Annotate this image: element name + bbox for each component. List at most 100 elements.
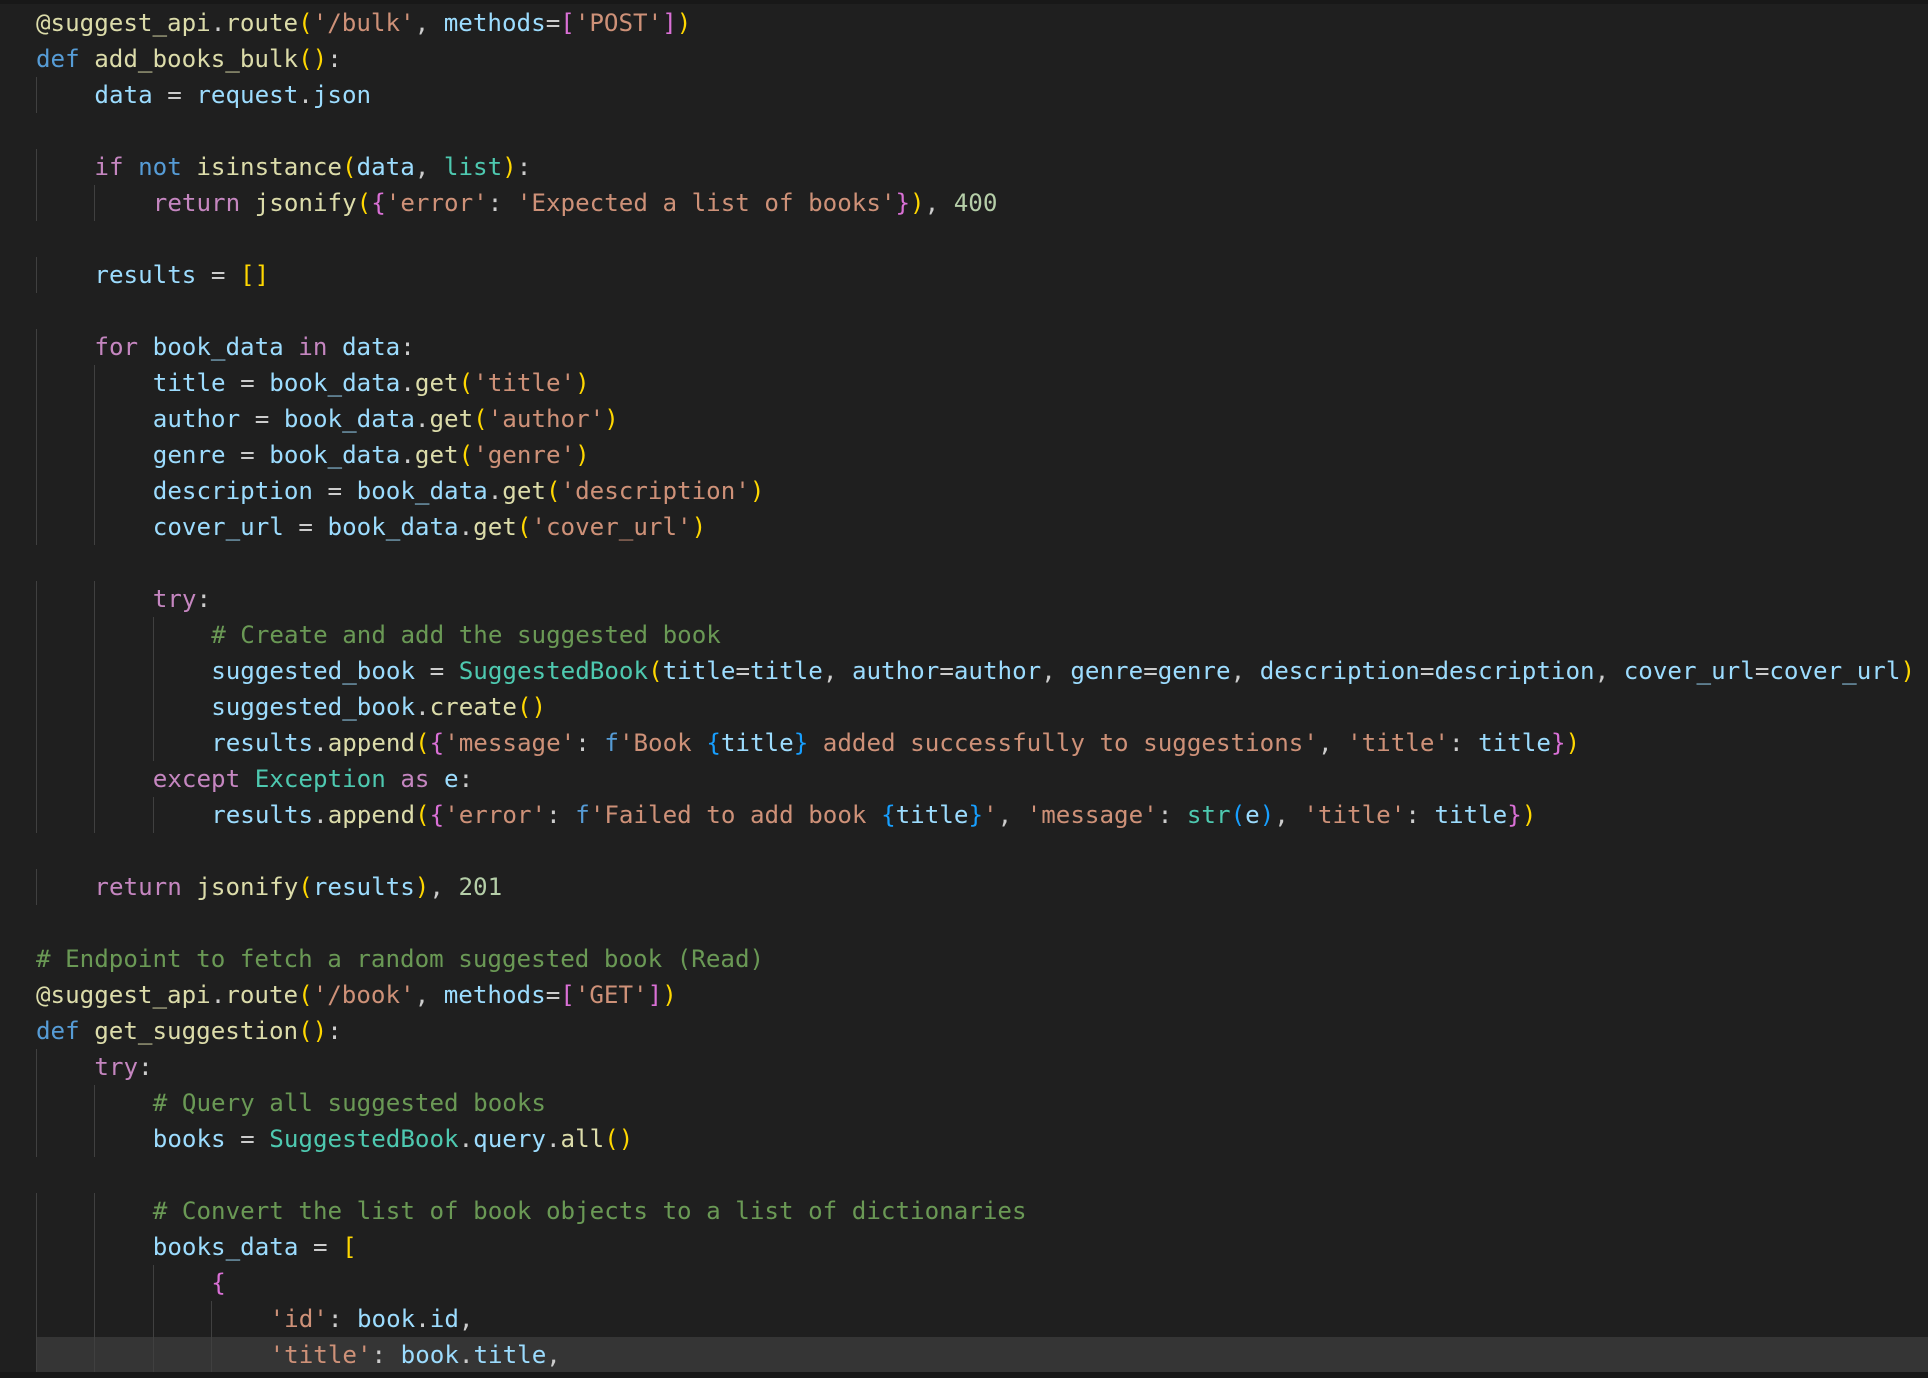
code-line[interactable] (36, 833, 1928, 869)
code-token: books (152, 1125, 226, 1153)
indent-guide (94, 1085, 96, 1121)
indent-guide (94, 1301, 96, 1337)
code-token: , (997, 801, 1027, 829)
indent-guide (36, 437, 37, 473)
code-line[interactable]: for book_data in data: (36, 329, 1928, 365)
code-line[interactable]: author = book_data.get('author') (36, 401, 1928, 437)
code-token: book_data (356, 477, 488, 505)
code-line[interactable]: if not isinstance(data, list): (36, 149, 1928, 185)
code-line[interactable]: results.append({'error': f'Failed to add… (36, 797, 1928, 833)
code-token: . (400, 441, 415, 469)
code-line[interactable] (36, 545, 1928, 581)
code-token: [ (560, 981, 575, 1009)
indent-guide (94, 185, 96, 221)
code-token: 'title' (473, 369, 576, 397)
code-line[interactable]: books = SuggestedBook.query.all() (36, 1121, 1928, 1157)
code-token: if (94, 153, 124, 181)
code-token: SuggestedBook (458, 657, 649, 685)
code-line[interactable]: return jsonify({'error': 'Expected a lis… (36, 185, 1928, 221)
code-line[interactable]: def get_suggestion(): (36, 1013, 1928, 1049)
code-line[interactable]: @suggest_api.route('/book', methods=['GE… (36, 977, 1928, 1013)
code-token: genre (1157, 657, 1231, 685)
code-token: } (1507, 801, 1522, 829)
code-token: append (327, 729, 416, 757)
indent-guide (94, 365, 96, 401)
code-token: : (516, 153, 532, 181)
code-line[interactable] (36, 293, 1928, 329)
code-line[interactable]: # Convert the list of book objects to a … (36, 1193, 1928, 1229)
code-token: return (152, 189, 241, 217)
indent-guide (94, 509, 96, 545)
code-token: 'description' (560, 477, 750, 505)
code-token: title (720, 729, 794, 757)
code-line[interactable]: try: (36, 1049, 1928, 1085)
code-token: = (415, 657, 459, 685)
code-line[interactable]: suggested_book.create() (36, 689, 1928, 725)
code-line[interactable]: # Query all suggested books (36, 1085, 1928, 1121)
code-content: return jsonify({'error': 'Expected a lis… (153, 185, 998, 221)
indent-guide (36, 257, 37, 293)
code-area[interactable]: @suggest_api.route('/bulk', methods=['PO… (36, 5, 1928, 1373)
code-line[interactable]: except Exception as e: (36, 761, 1928, 797)
code-content: description = book_data.get('description… (153, 473, 765, 509)
code-line[interactable] (36, 905, 1928, 941)
code-line[interactable]: genre = book_data.get('genre') (36, 437, 1928, 473)
code-line[interactable]: results = [] (36, 257, 1928, 293)
indent-guide (36, 185, 37, 221)
code-line[interactable]: title = book_data.get('title') (36, 365, 1928, 401)
code-line[interactable]: data = request.json (36, 77, 1928, 113)
code-line[interactable]: books_data = [ (36, 1229, 1928, 1265)
indent-guide (94, 1265, 96, 1301)
code-line[interactable]: 'title': book.title, (36, 1337, 1928, 1373)
code-token: } (1550, 729, 1566, 757)
code-token: , (1594, 657, 1624, 685)
code-line[interactable] (36, 1157, 1928, 1193)
code-token: book_data (152, 333, 284, 361)
code-line[interactable]: { (36, 1265, 1928, 1301)
code-token: = (545, 9, 561, 37)
code-token: = (225, 369, 270, 397)
code-token: ( (458, 441, 474, 469)
code-line[interactable]: # Create and add the suggested book (36, 617, 1928, 653)
code-token: = (298, 1233, 343, 1261)
code-token: return (94, 873, 182, 901)
code-line[interactable]: return jsonify(results), 201 (36, 869, 1928, 905)
code-line[interactable]: suggested_book = SuggestedBook(title=tit… (36, 653, 1928, 689)
code-token: cover_url (1769, 657, 1901, 685)
code-token: jsonify (254, 189, 357, 217)
code-token: get_suggestion (94, 1017, 299, 1045)
code-token: book_data (327, 513, 459, 541)
indent-guide (36, 77, 37, 113)
code-token: str (1186, 801, 1231, 829)
code-token: route (225, 981, 299, 1009)
code-token: try (94, 1053, 139, 1081)
code-line[interactable]: cover_url = book_data.get('cover_url') (36, 509, 1928, 545)
code-token: : (196, 585, 212, 613)
code-token: @suggest_api (36, 9, 211, 37)
code-line[interactable]: def add_books_bulk(): (36, 41, 1928, 77)
code-token: '/book' (312, 981, 415, 1009)
code-line[interactable]: @suggest_api.route('/bulk', methods=['PO… (36, 5, 1928, 41)
code-content: author = book_data.get('author') (153, 401, 619, 437)
code-token: = (1419, 657, 1435, 685)
code-line[interactable] (36, 221, 1928, 257)
indent-guide (211, 1337, 213, 1373)
code-line[interactable] (36, 113, 1928, 149)
code-token: 'Expected a list of books' (516, 189, 896, 217)
indent-guide (94, 761, 96, 797)
code-line[interactable]: 'id': book.id, (36, 1301, 1928, 1337)
code-editor[interactable]: @suggest_api.route('/bulk', methods=['PO… (0, 0, 1928, 1378)
code-token: get (414, 441, 459, 469)
indent-guide (94, 581, 96, 617)
code-line[interactable]: try: (36, 581, 1928, 617)
code-line[interactable]: results.append({'message': f'Book {title… (36, 725, 1928, 761)
indent-guide (152, 689, 154, 725)
code-token: : (1449, 729, 1479, 757)
code-token: json (312, 81, 372, 109)
indent-guide (36, 617, 37, 653)
code-line[interactable]: description = book_data.get('description… (36, 473, 1928, 509)
code-line[interactable]: # Endpoint to fetch a random suggested b… (36, 941, 1928, 977)
code-token: 'cover_url' (531, 513, 692, 541)
